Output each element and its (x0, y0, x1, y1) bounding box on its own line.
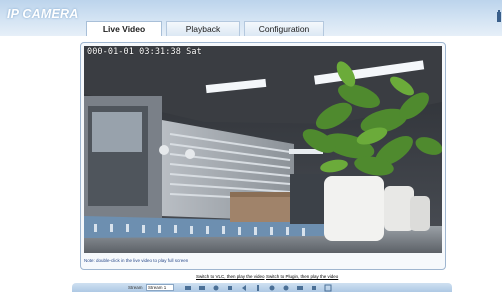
switch-vlc-link[interactable]: Switch to VLC, then play the video (196, 274, 265, 279)
audio-icon[interactable] (226, 284, 234, 292)
switch-plugin-link[interactable]: Switch to Plugin, then play the video (266, 274, 338, 279)
expand-icon[interactable] (324, 284, 332, 292)
fullscreen-icon[interactable] (268, 284, 276, 292)
video-toolbar: Stream Stream 1 (72, 283, 452, 292)
info-icon[interactable] (310, 284, 318, 292)
stream-label: Stream (128, 285, 143, 290)
settings-icon[interactable] (282, 284, 290, 292)
camera-scene-image (84, 46, 442, 253)
tab-configuration[interactable]: Configuration (244, 21, 324, 36)
color-icon[interactable] (254, 284, 262, 292)
main-content: 000-01-01 03:31:38 Sat Note: double-clic… (0, 36, 502, 292)
video-frame: 000-01-01 03:31:38 Sat Note: double-clic… (80, 42, 446, 270)
live-video-hint: Note: double-click in the live video to … (84, 258, 189, 263)
record-icon[interactable] (198, 284, 206, 292)
snapshot-icon[interactable] (184, 284, 192, 292)
live-video-view[interactable]: 000-01-01 03:31:38 Sat (84, 46, 442, 253)
osd-timestamp: 000-01-01 03:31:38 Sat (87, 47, 202, 57)
brand-logo: IP CAMERA (7, 7, 79, 21)
zoom-icon[interactable] (212, 284, 220, 292)
header-bar: IP CAMERA Live Video Playback Configurat… (0, 0, 502, 37)
stream-select[interactable]: Stream 1 (146, 284, 174, 291)
ptz-icon[interactable] (296, 284, 304, 292)
tab-live-video[interactable]: Live Video (86, 21, 162, 37)
talk-icon[interactable] (240, 284, 248, 292)
tab-playback[interactable]: Playback (166, 21, 240, 36)
logout-icon[interactable] (496, 10, 502, 24)
player-switch-links: Switch to VLC, then play the video Switc… (0, 274, 502, 282)
